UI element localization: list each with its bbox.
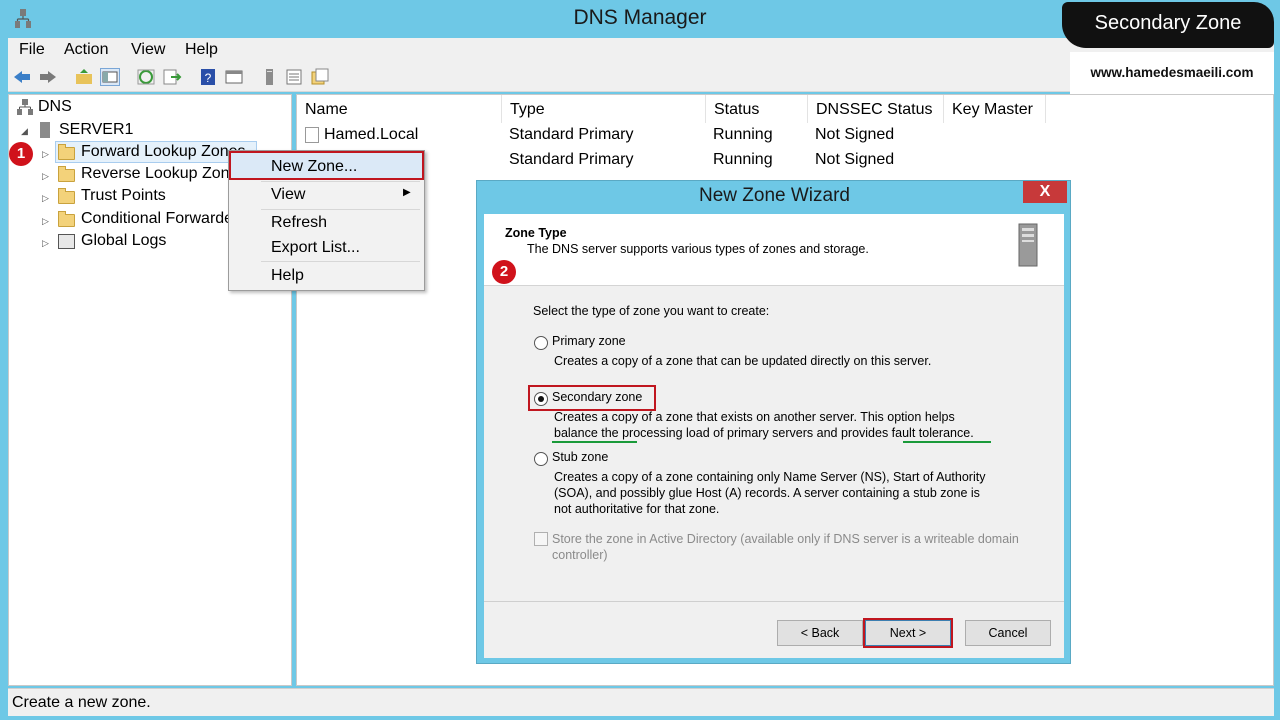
folder-icon: [58, 144, 75, 160]
status-bar: Create a new zone.: [8, 688, 1274, 716]
help-icon[interactable]: ?: [198, 68, 218, 86]
row-1-name[interactable]: Hamed.Local: [324, 126, 418, 144]
back-button[interactable]: < Back: [777, 620, 863, 646]
row-1-status: Running: [713, 126, 773, 143]
tree-global-logs[interactable]: Global Logs: [81, 232, 166, 250]
secondary-zone-description-line2: balance the processing load of primary s…: [554, 426, 974, 440]
stub-zone-description-line2: (SOA), and possibly glue Host (A) record…: [554, 486, 980, 500]
server-tower-icon: [1016, 222, 1040, 268]
row-2-status: Running: [713, 151, 773, 168]
properties-pane-icon[interactable]: [224, 68, 244, 86]
expand-arrow-icon[interactable]: ▷: [42, 171, 49, 182]
expand-arrow-icon[interactable]: ▷: [42, 216, 49, 227]
list-view-icon[interactable]: [284, 68, 304, 86]
next-highlight-box: [863, 618, 953, 648]
expand-arrow-icon[interactable]: ▷: [42, 193, 49, 204]
menu-item-help[interactable]: Help: [271, 267, 304, 285]
column-status[interactable]: Status: [706, 95, 808, 123]
column-name[interactable]: Name: [297, 95, 502, 123]
expand-arrow-icon[interactable]: ▷: [42, 238, 49, 249]
topic-banner: Secondary Zone: [1062, 2, 1274, 48]
status-text: Create a new zone.: [12, 694, 151, 711]
menu-separator: [261, 209, 420, 210]
wizard-header: Zone Type The DNS server supports variou…: [484, 214, 1064, 286]
wizard-footer-divider: [484, 601, 1064, 602]
show-hide-tree-icon[interactable]: [100, 68, 120, 86]
wizard-title: New Zone Wizard: [699, 185, 850, 206]
menu-item-refresh[interactable]: Refresh: [271, 214, 327, 232]
zone-records-icon[interactable]: [310, 68, 330, 86]
row-2-dnssec: Not Signed: [815, 151, 895, 168]
stub-zone-description-line3: not authoritative for that zone.: [554, 502, 720, 516]
wizard-page-description: The DNS server supports various types of…: [527, 242, 869, 256]
server-icon: [40, 122, 50, 138]
wizard-body: Zone Type The DNS server supports variou…: [484, 214, 1064, 658]
tree-trust-points[interactable]: Trust Points: [81, 187, 166, 205]
row-1-dnssec: Not Signed: [815, 126, 895, 143]
wizard-page-title: Zone Type: [505, 226, 567, 240]
menu-item-view[interactable]: View: [271, 186, 305, 204]
refresh-icon[interactable]: [136, 68, 156, 86]
folder-icon: [58, 166, 75, 182]
website-url: www.hamedesmaeili.com: [1090, 65, 1254, 80]
export-list-icon[interactable]: [162, 68, 182, 86]
collapse-arrow-icon[interactable]: ◢: [21, 126, 28, 137]
store-in-ad-label-line2: controller): [552, 548, 608, 562]
cancel-button[interactable]: Cancel: [965, 620, 1051, 646]
secondary-zone-highlight-box: [528, 385, 656, 411]
global-logs-icon: [58, 234, 75, 249]
tree-reverse-lookup-zones[interactable]: Reverse Lookup Zones: [81, 165, 246, 183]
menu-item-export-list[interactable]: Export List...: [271, 239, 360, 257]
menu-action[interactable]: Action: [64, 41, 108, 59]
store-in-ad-label-line1: Store the zone in Active Directory (avai…: [552, 532, 1019, 546]
dns-icon: [17, 99, 33, 115]
step-1-badge: 1: [9, 142, 33, 166]
menu-separator: [261, 181, 420, 182]
step-2-badge: 2: [492, 260, 516, 284]
up-folder-icon[interactable]: [74, 68, 94, 86]
expand-arrow-icon[interactable]: ▷: [42, 149, 49, 160]
stub-zone-description-line1: Creates a copy of a zone containing only…: [554, 470, 986, 484]
back-icon[interactable]: [12, 68, 32, 86]
primary-zone-label[interactable]: Primary zone: [552, 334, 626, 348]
menu-view[interactable]: View: [131, 41, 165, 59]
tree-server[interactable]: SERVER1: [59, 121, 133, 139]
submenu-arrow-icon: ▶: [403, 187, 411, 198]
folder-icon: [58, 188, 75, 204]
server-icon[interactable]: [260, 68, 280, 86]
stub-zone-label[interactable]: Stub zone: [552, 450, 608, 464]
svg-text:?: ?: [205, 71, 212, 85]
new-zone-highlight-box: [229, 151, 424, 180]
banner-text: Secondary Zone: [1094, 12, 1242, 34]
row-2-type: Standard Primary: [509, 151, 634, 168]
zone-type-prompt: Select the type of zone you want to crea…: [533, 304, 770, 318]
menu-separator: [261, 261, 420, 262]
menu-file[interactable]: File: [19, 41, 45, 59]
column-key-master[interactable]: Key Master: [944, 95, 1046, 123]
folder-icon: [58, 211, 75, 227]
website-watermark: www.hamedesmaeili.com: [1070, 52, 1274, 94]
forward-icon[interactable]: [38, 68, 58, 86]
tree-dns-root[interactable]: DNS: [38, 98, 72, 116]
close-icon[interactable]: X: [1023, 181, 1067, 203]
menu-help[interactable]: Help: [185, 41, 218, 59]
underline-balance: [552, 441, 637, 443]
column-type[interactable]: Type: [502, 95, 706, 123]
secondary-zone-description-line1: Creates a copy of a zone that exists on …: [554, 410, 955, 424]
store-in-ad-checkbox[interactable]: [534, 532, 548, 546]
zone-file-icon: [305, 127, 319, 143]
primary-zone-description: Creates a copy of a zone that can be upd…: [554, 354, 932, 368]
tree-conditional-forwarders[interactable]: Conditional Forwarders: [81, 210, 246, 228]
stub-zone-radio[interactable]: [534, 452, 548, 466]
column-dnssec-status[interactable]: DNSSEC Status: [808, 95, 944, 123]
tree-forward-lookup-zones[interactable]: Forward Lookup Zones: [81, 143, 246, 161]
primary-zone-radio[interactable]: [534, 336, 548, 350]
row-1-type: Standard Primary: [509, 126, 634, 143]
new-zone-wizard-dialog: New Zone Wizard X Zone Type The DNS serv…: [476, 180, 1071, 664]
underline-fault-tolerance: [903, 441, 991, 443]
